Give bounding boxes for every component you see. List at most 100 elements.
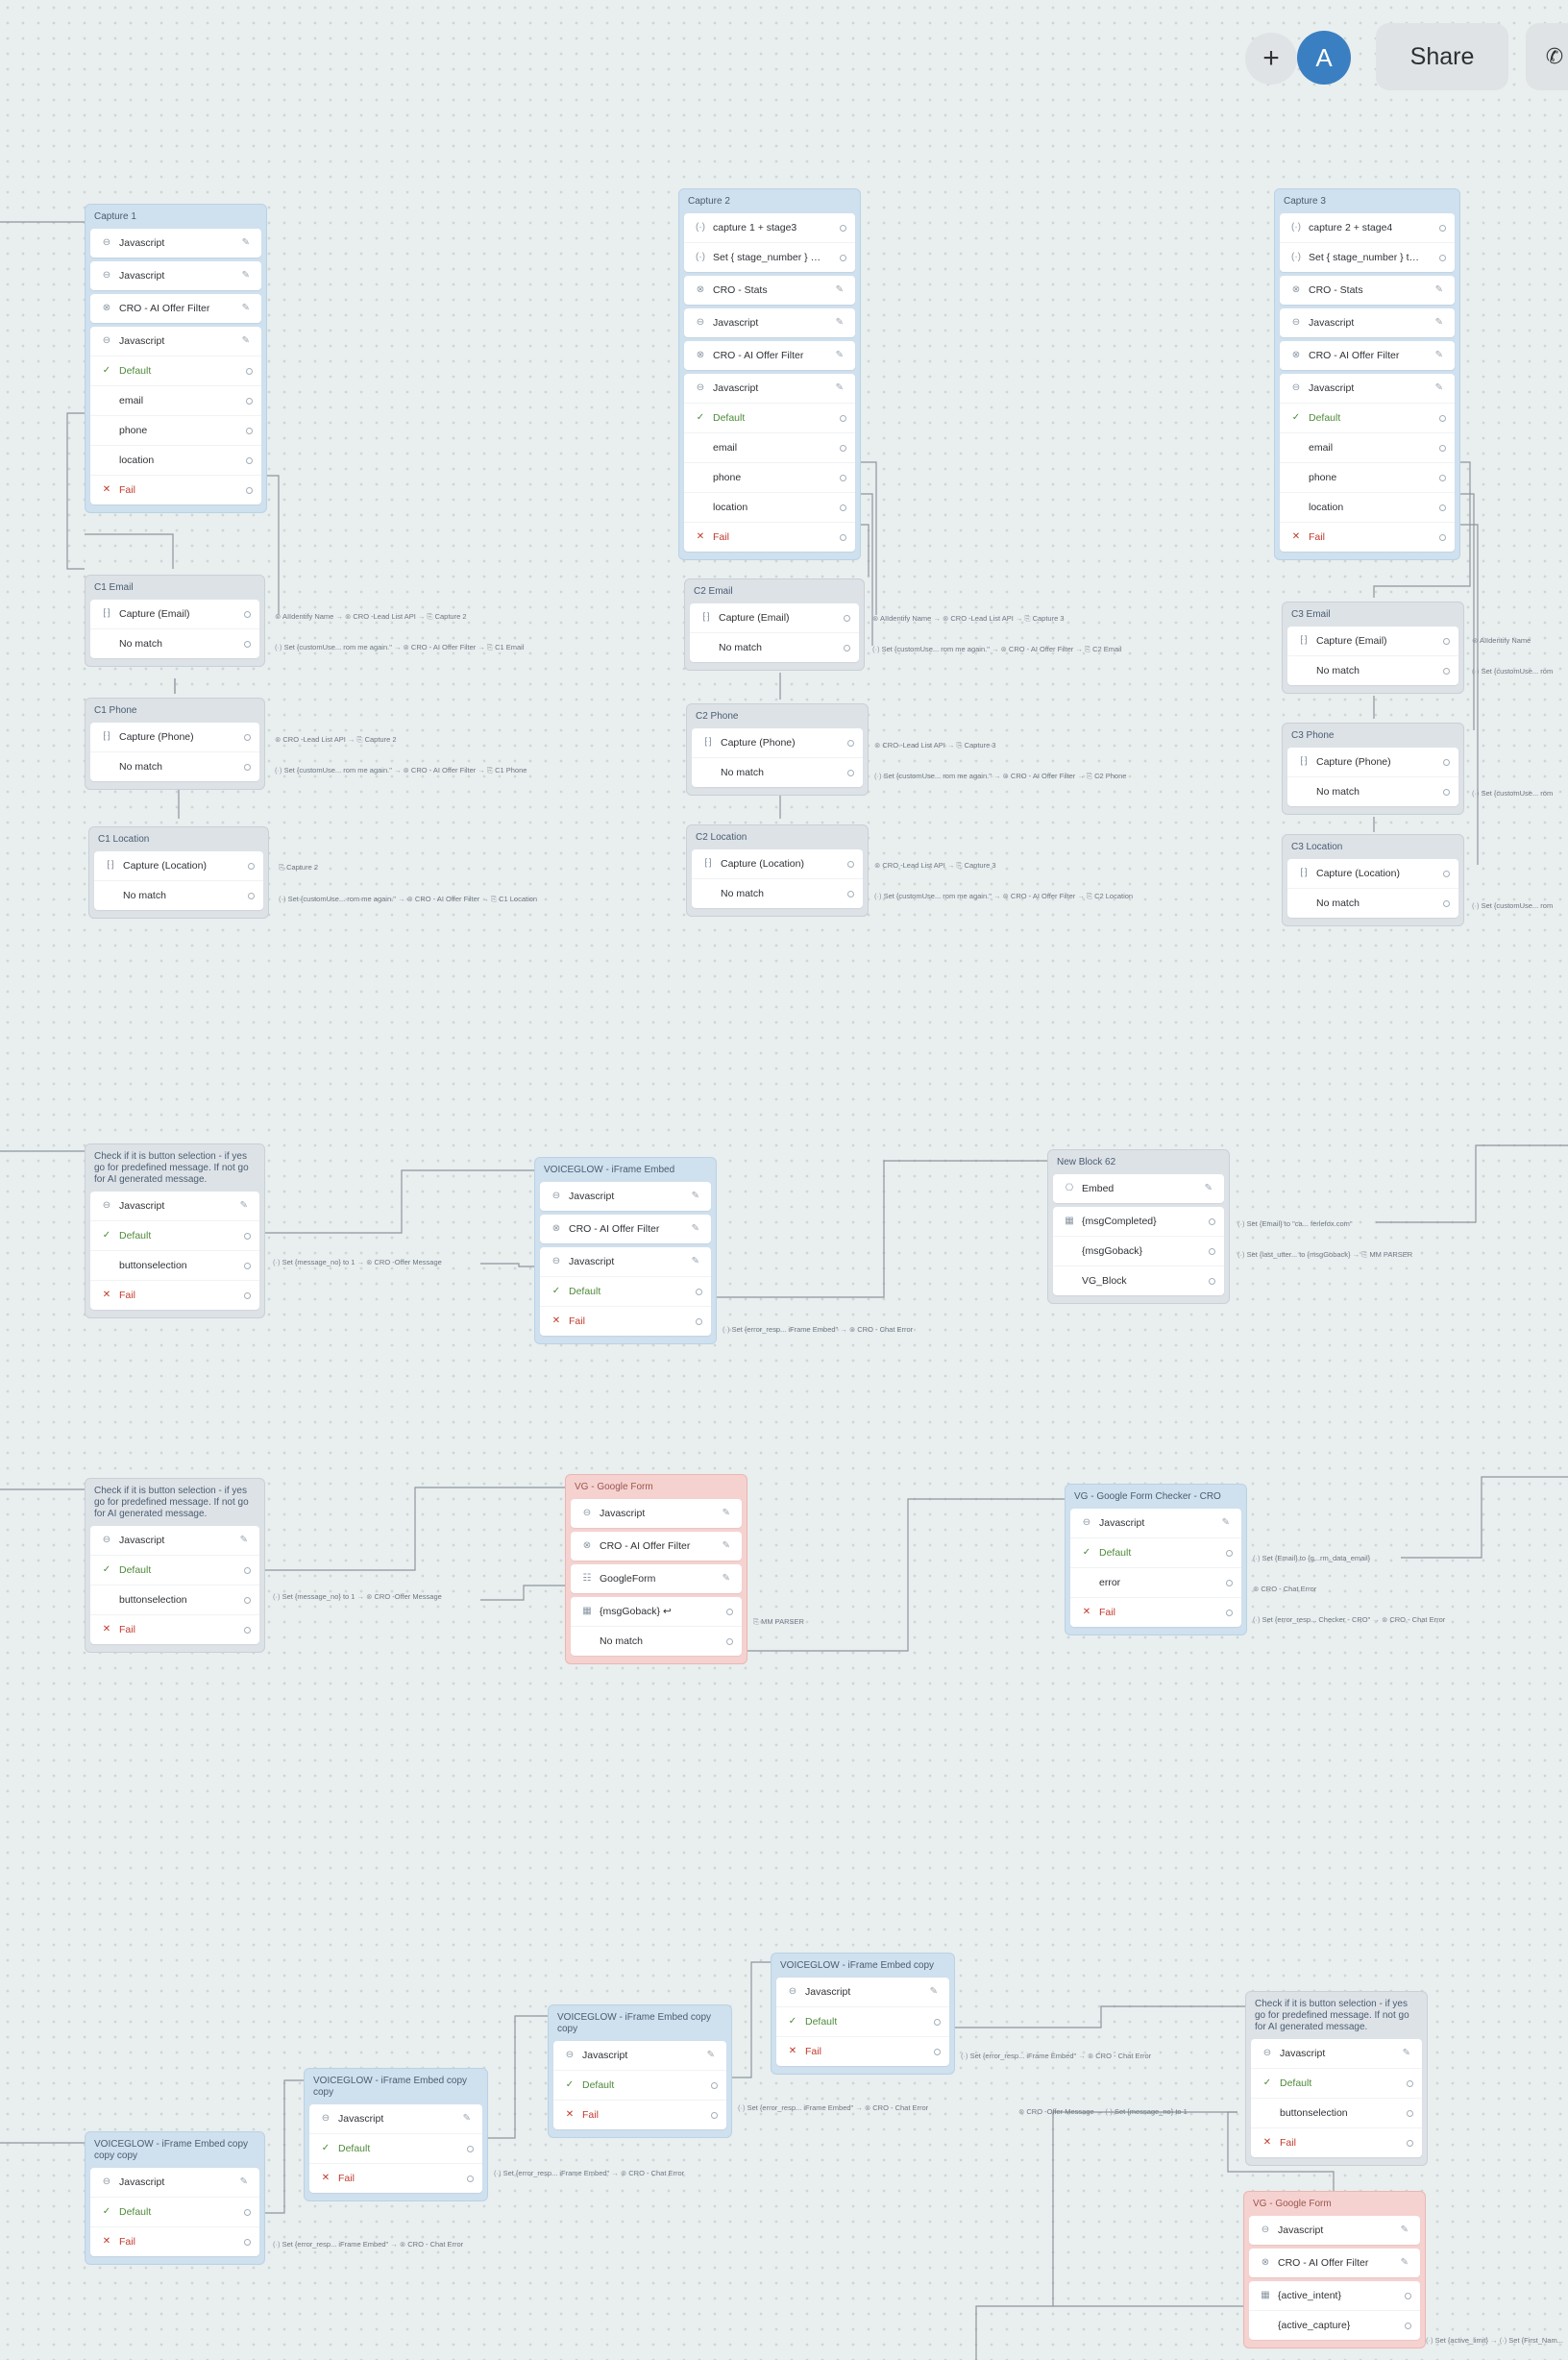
port-dot[interactable] xyxy=(1439,475,1446,481)
step-card[interactable]: ⊖ Javascript ✎ xyxy=(540,1182,711,1211)
chain-c2p1[interactable]: ⊗ CRO -Lead List API → ⎘ Capture 3 xyxy=(874,740,996,751)
step-row[interactable]: ✓ Default xyxy=(90,1556,259,1586)
step-row[interactable]: ⊖ Javascript ✎ xyxy=(1280,374,1455,404)
step-row[interactable]: ✓ Default xyxy=(553,2071,726,2101)
block-capture2[interactable]: Capture 2 (·) capture 1 + stage3 (·) Set { s… xyxy=(678,188,861,560)
chain-c2l2[interactable]: (·) Set {customUse... rom me again." → ⊗… xyxy=(874,891,1133,902)
step-row[interactable]: ⁅⁆ Capture (Email) xyxy=(1287,627,1458,656)
step-row[interactable]: VG_Block xyxy=(1053,1266,1224,1295)
step-row[interactable]: ☷ GoogleForm ✎ xyxy=(571,1564,742,1593)
port-dot[interactable] xyxy=(1407,2140,1413,2147)
step-row[interactable]: ▦ {msgGoback} ↩ xyxy=(571,1597,742,1627)
step-row[interactable]: ⊖ Javascript ✎ xyxy=(90,261,261,290)
edit-icon[interactable]: ✎ xyxy=(836,308,844,337)
step-card[interactable]: ⊗ CRO - AI Offer Filter ✎ xyxy=(90,294,261,323)
edit-icon[interactable]: ✎ xyxy=(1205,1174,1213,1203)
step-row[interactable]: phone xyxy=(1280,463,1455,493)
port-dot[interactable] xyxy=(1439,255,1446,261)
step-row[interactable]: No match xyxy=(1287,656,1458,685)
chain-c3e1[interactable]: ⊗ AIIdentify Name xyxy=(1472,635,1531,647)
port-dot[interactable] xyxy=(847,861,854,868)
step-row[interactable]: (·) Set { stage_number } to 4 xyxy=(1280,243,1455,272)
edit-icon[interactable]: ✎ xyxy=(692,1247,699,1276)
port-dot[interactable] xyxy=(847,740,854,747)
step-row[interactable]: ⊖ Javascript ✎ xyxy=(540,1182,711,1211)
port-dot[interactable] xyxy=(467,2146,474,2152)
step-row[interactable]: ✕ Fail xyxy=(684,523,855,552)
step-card[interactable]: ▦ {active_intent} {active_capture} xyxy=(1249,2281,1420,2340)
step-card[interactable]: (·) capture 2 + stage4 (·) Set { stage_numb… xyxy=(1280,213,1455,272)
edit-icon[interactable]: ✎ xyxy=(240,2168,248,2197)
chain-c2e2[interactable]: (·) Set {customUse... rom me again." → ⊗… xyxy=(872,644,1122,655)
step-card[interactable]: ⁅⁆ Capture (Email) No match xyxy=(90,600,259,658)
edit-icon[interactable]: ✎ xyxy=(242,229,250,258)
step-row[interactable]: ⊖ Javascript ✎ xyxy=(540,1247,711,1277)
step-card[interactable]: ⊖ Javascript ✎ xyxy=(1249,2216,1420,2245)
step-row[interactable]: ⁅⁆ Capture (Email) xyxy=(690,603,859,633)
edit-icon[interactable]: ✎ xyxy=(723,1532,730,1561)
step-card[interactable]: ⊖ Javascript ✎ xyxy=(1280,308,1455,337)
step-row[interactable]: No match xyxy=(90,629,259,658)
step-row[interactable]: (·) Set { stage_number } to 3 xyxy=(684,243,855,272)
edit-icon[interactable]: ✎ xyxy=(1401,2216,1409,2245)
block-c2phone[interactable]: C2 Phone ⁅⁆ Capture (Phone) No match xyxy=(686,703,869,796)
chain-cc2[interactable]: (·) Set {error_resp... iFrame Embed" → ⊗… xyxy=(738,2102,928,2114)
port-dot[interactable] xyxy=(840,475,846,481)
port-dot[interactable] xyxy=(1439,504,1446,511)
block-c1location[interactable]: C1 Location ⁅⁆ Capture (Location) No match xyxy=(88,826,269,919)
step-row[interactable]: ⊖ Javascript ✎ xyxy=(1280,308,1455,337)
port-dot[interactable] xyxy=(840,225,846,232)
step-card[interactable]: ⊖ Javascript ✎ xyxy=(90,229,261,258)
port-dot[interactable] xyxy=(711,2112,718,2119)
step-row[interactable]: ⊖ Javascript ✎ xyxy=(90,2168,259,2198)
step-row[interactable]: ✕ Fail xyxy=(90,1281,259,1310)
step-row[interactable]: ✕ Fail xyxy=(540,1307,711,1336)
step-card[interactable]: ⊗ CRO - Stats ✎ xyxy=(1280,276,1455,305)
share-button[interactable]: Share xyxy=(1376,23,1508,90)
step-card[interactable]: ⊖ Javascript ✎ ✓ Default ✕ Fail xyxy=(776,1978,949,2066)
step-row[interactable]: buttonselection xyxy=(90,1586,259,1615)
block-copy[interactable]: VOICEGLOW - iFrame Embed copy ⊖ Javascript… xyxy=(771,1953,955,2075)
step-row[interactable]: email xyxy=(90,386,261,416)
chain-if1[interactable]: (·) Set {error_resp... iFrame Embed" → ⊗… xyxy=(723,1324,913,1336)
step-row[interactable]: No match xyxy=(571,1627,742,1656)
block-copycopycopy[interactable]: VOICEGLOW - iFrame Embed copy copy copy ⊖… xyxy=(85,2131,265,2265)
chain-cc1[interactable]: (·) Set {error_resp... iFrame Embed" → ⊗… xyxy=(494,2168,684,2179)
step-row[interactable]: ⊗ CRO - AI Offer Filter ✎ xyxy=(90,294,261,323)
step-card[interactable]: ⊖ Javascript ✎ ✓ Default ✕ Fail xyxy=(90,2168,259,2256)
step-row[interactable]: ⁅⁆ Capture (Phone) xyxy=(90,723,259,752)
step-row[interactable]: No match xyxy=(690,633,859,662)
port-dot[interactable] xyxy=(840,255,846,261)
port-dot[interactable] xyxy=(1443,871,1450,877)
port-dot[interactable] xyxy=(1439,225,1446,232)
step-row[interactable]: email xyxy=(1280,433,1455,463)
step-row[interactable]: ✕ Fail xyxy=(776,2037,949,2066)
edit-icon[interactable]: ✎ xyxy=(463,2104,471,2133)
port-dot[interactable] xyxy=(844,615,850,622)
step-card[interactable]: ⁅⁆ Capture (Location) No match xyxy=(94,851,263,910)
edit-icon[interactable]: ✎ xyxy=(1403,2039,1410,2068)
block-check2[interactable]: Check if it is button selection - if yes… xyxy=(85,1478,265,1653)
step-row[interactable]: buttonselection xyxy=(1251,2099,1422,2128)
step-card[interactable]: ⁅⁆ Capture (Email) No match xyxy=(1287,627,1458,685)
port-dot[interactable] xyxy=(244,764,251,771)
step-card[interactable]: ▦ {msgGoback} ↩ No match xyxy=(571,1597,742,1656)
port-dot[interactable] xyxy=(1439,534,1446,541)
step-row[interactable]: ⊖ Javascript ✎ xyxy=(1251,2039,1422,2069)
block-capture3[interactable]: Capture 3 (·) capture 2 + stage4 (·) Set { s… xyxy=(1274,188,1460,560)
port-dot[interactable] xyxy=(934,2019,941,2026)
step-row[interactable]: ⊖ Javascript ✎ xyxy=(571,1499,742,1528)
avatar[interactable]: A xyxy=(1297,31,1351,85)
chain-c2l1[interactable]: ⊗ CRO -Lead List API → ⎘ Capture 3 xyxy=(874,860,996,872)
port-dot[interactable] xyxy=(1405,2293,1411,2299)
port-dot[interactable] xyxy=(244,641,251,648)
block-copycopy2[interactable]: VOICEGLOW - iFrame Embed copy copy ⊖ Javas… xyxy=(548,2004,732,2138)
step-row[interactable]: ⁅⁆ Capture (Phone) xyxy=(692,728,863,758)
step-card[interactable]: ⊖ Javascript ✎ ✓ Default email phone location ✕ F… xyxy=(684,374,855,552)
step-row[interactable]: ⁅⁆ Capture (Phone) xyxy=(1287,748,1458,777)
step-card[interactable]: ⊖ Javascript ✎ ✓ Default buttonselection ✕ Fail xyxy=(90,1526,259,1644)
port-dot[interactable] xyxy=(244,2239,251,2246)
step-row[interactable]: ✕ Fail xyxy=(553,2101,726,2129)
port-dot[interactable] xyxy=(934,2049,941,2055)
port-dot[interactable] xyxy=(244,611,251,618)
